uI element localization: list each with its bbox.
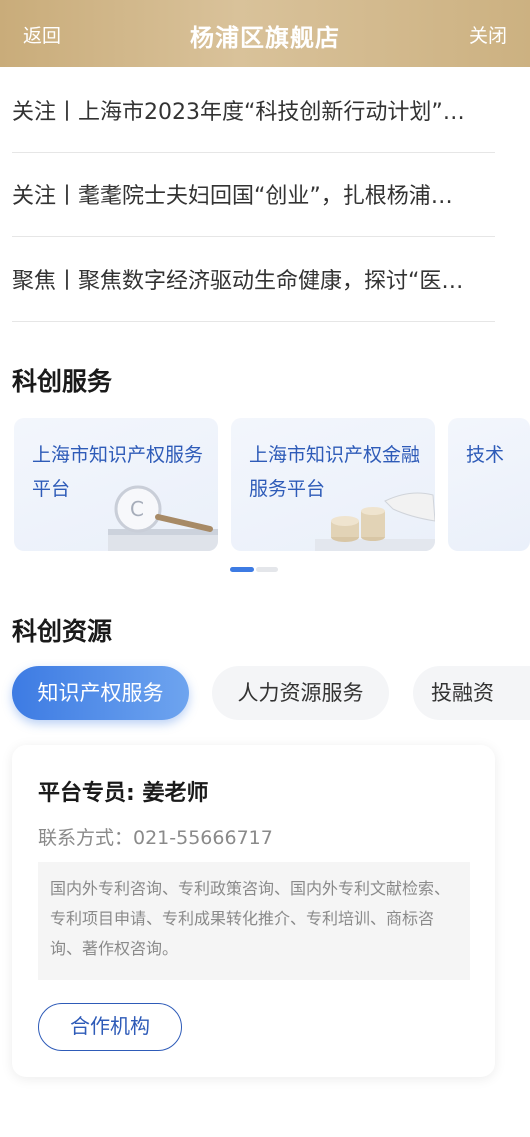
top-bar: 返回 杨浦区旗舰店 关闭 xyxy=(0,0,530,67)
tab-investment[interactable]: 投融资 xyxy=(413,666,530,720)
news-item[interactable]: 聚焦丨聚焦数字经济驱动生命健康，探讨“医… xyxy=(12,236,495,322)
resources-section-title: 科创资源 xyxy=(12,617,113,646)
service-card-tech[interactable]: 技术 xyxy=(448,418,530,551)
partner-institutions-button[interactable]: 合作机构 xyxy=(38,1003,182,1051)
news-item[interactable]: 关注丨上海市2023年度“科技创新行动计划”… xyxy=(12,67,495,153)
service-description: 国内外专利咨询、专利政策咨询、国内外专利文献检索、专利项目申请、专利成果转化推介… xyxy=(38,862,470,980)
contact-card: 平台专员: 姜老师 联系方式：021-55666717 国内外专利咨询、专利政策… xyxy=(12,745,495,1077)
magnifier-icon: C xyxy=(108,485,218,551)
contact-name: 平台专员: 姜老师 xyxy=(38,781,209,806)
tab-ip-service[interactable]: 知识产权服务 xyxy=(12,666,189,720)
tab-hr-service[interactable]: 人力资源服务 xyxy=(212,666,389,720)
news-item-text: 关注丨耄耄院士夫妇回国“创业”，扎根杨浦… xyxy=(12,184,453,209)
contact-phone[interactable]: 联系方式：021-55666717 xyxy=(38,823,273,850)
service-card-ip-finance[interactable]: 上海市知识产权金融服务平台 xyxy=(231,418,435,551)
close-button[interactable]: 关闭 xyxy=(469,21,507,48)
coins-icon xyxy=(315,492,435,551)
carousel-dot xyxy=(256,567,278,572)
services-section-title: 科创服务 xyxy=(12,367,113,396)
svg-text:C: C xyxy=(130,497,144,521)
news-item-text: 关注丨上海市2023年度“科技创新行动计划”… xyxy=(12,100,465,125)
carousel-dot-active xyxy=(230,567,254,572)
news-item-text: 聚焦丨聚焦数字经济驱动生命健康，探讨“医… xyxy=(12,269,464,294)
service-card-label: 技术 xyxy=(466,444,505,466)
service-card-ip-platform[interactable]: 上海市知识产权服务平台 C xyxy=(14,418,218,551)
news-item[interactable]: 关注丨耄耄院士夫妇回国“创业”，扎根杨浦… xyxy=(12,151,495,237)
page-title: 杨浦区旗舰店 xyxy=(190,24,340,52)
